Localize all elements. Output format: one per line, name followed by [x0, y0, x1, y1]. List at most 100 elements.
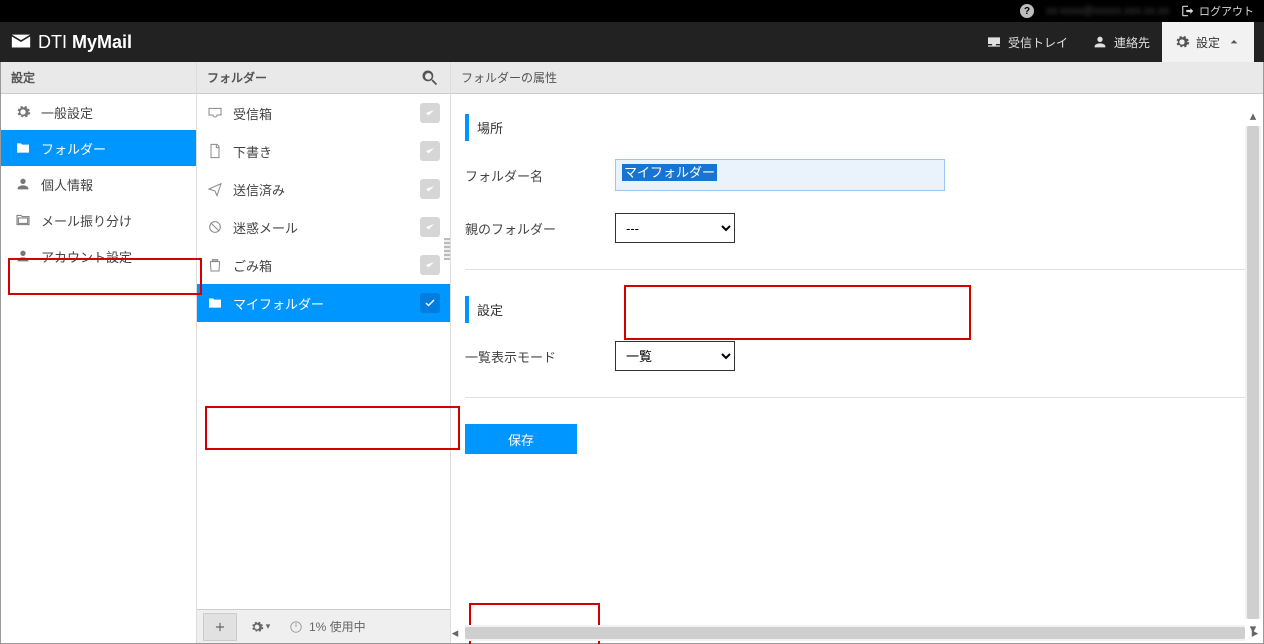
account-icon [15, 248, 31, 264]
logout-icon [1181, 4, 1195, 18]
nav-settings-label: 設定 [1196, 34, 1220, 51]
nav-contacts-label: 連絡先 [1114, 34, 1150, 51]
resize-grip[interactable] [444, 238, 450, 260]
trash-icon [207, 257, 223, 273]
settings-item-identity[interactable]: 個人情報 [1, 166, 196, 202]
folder-icon [15, 140, 31, 156]
scroll-up-icon[interactable]: ▴ [1245, 108, 1261, 124]
folder-name-label: フォルダー名 [465, 166, 615, 185]
spam-icon [207, 219, 223, 235]
sent-icon [207, 181, 223, 197]
help-icon[interactable]: ? [1020, 4, 1034, 18]
section-divider [465, 397, 1245, 398]
folder-check[interactable] [420, 293, 440, 313]
usage-indicator: 1% 使用中 [289, 618, 366, 635]
folder-check[interactable] [420, 255, 440, 275]
search-icon[interactable] [420, 68, 440, 88]
settings-item-general[interactable]: 一般設定 [1, 94, 196, 130]
folder-outline-icon [15, 212, 31, 228]
settings-header: 設定 [1, 62, 196, 94]
folder-label: マイフォルダー [233, 294, 410, 313]
folder-check[interactable] [420, 141, 440, 161]
inbox-icon [207, 105, 223, 121]
nav-settings[interactable]: 設定 [1162, 22, 1254, 62]
folder-label: 送信済み [233, 180, 410, 199]
properties-column: フォルダーの属性 場所 フォルダー名 マイフォルダー 親のフォルダー --- [451, 62, 1263, 643]
folders-toolbar: ▾ 1% 使用中 [197, 609, 450, 643]
folder-row-trash[interactable]: ごみ箱 [197, 246, 450, 284]
nav-inbox[interactable]: 受信トレイ [974, 22, 1080, 62]
brand-thin: DTI [38, 32, 72, 52]
parent-folder-select[interactable]: --- [615, 213, 735, 243]
settings-item-label: フォルダー [41, 139, 106, 158]
person-icon [15, 176, 31, 192]
section-divider [465, 269, 1245, 270]
person-icon [1092, 34, 1108, 50]
settings-item-label: アカウント設定 [41, 247, 132, 266]
viewmode-select[interactable]: 一覧 [615, 341, 735, 371]
folder-row-spam[interactable]: 迷惑メール [197, 208, 450, 246]
gear-icon [250, 620, 264, 634]
scroll-right-icon[interactable]: ▸ [1247, 625, 1263, 641]
folder-row-myfolder[interactable]: マイフォルダー [197, 284, 450, 322]
settings-item-label: メール振り分け [41, 211, 132, 230]
folder-name-value: マイフォルダー [622, 164, 717, 181]
viewmode-label: 一覧表示モード [465, 347, 615, 366]
chevron-down-icon: ▾ [266, 621, 271, 632]
scroll-thumb[interactable] [465, 627, 1245, 639]
scroll-left-icon[interactable]: ◂ [447, 625, 463, 641]
scroll-thumb[interactable] [1247, 126, 1259, 619]
nav-contacts[interactable]: 連絡先 [1080, 22, 1162, 62]
chevron-up-icon [1226, 34, 1242, 50]
folder-icon [207, 295, 223, 311]
tray-icon [986, 34, 1002, 50]
usage-label: 1% 使用中 [309, 618, 366, 635]
nav-inbox-label: 受信トレイ [1008, 34, 1068, 51]
account-label: xx-xxxx@xxxxx.xxx.xx.xx [1046, 5, 1169, 17]
gear-icon [15, 104, 31, 120]
settings-item-filters[interactable]: メール振り分け [1, 202, 196, 238]
settings-item-account[interactable]: アカウント設定 [1, 238, 196, 274]
folder-check[interactable] [420, 179, 440, 199]
utility-bar: ? xx-xxxx@xxxxx.xxx.xx.xx ログアウト [0, 0, 1264, 22]
settings-section-title: 設定 [465, 296, 1245, 323]
brand: DTI MyMail [10, 31, 132, 53]
gear-icon [1174, 34, 1190, 50]
folder-label: ごみ箱 [233, 256, 410, 275]
envelope-icon [10, 31, 32, 53]
plus-icon [213, 620, 227, 634]
gauge-icon [289, 620, 303, 634]
folder-row-inbox[interactable]: 受信箱 [197, 94, 450, 132]
folder-name-input[interactable]: マイフォルダー [615, 159, 945, 191]
draft-icon [207, 143, 223, 159]
settings-item-label: 一般設定 [41, 103, 93, 122]
app-header: DTI MyMail 受信トレイ 連絡先 設定 [0, 22, 1264, 62]
logout-link[interactable]: ログアウト [1181, 3, 1254, 19]
folders-header-label: フォルダー [207, 69, 267, 86]
settings-column: 設定 一般設定 フォルダー 個人情報 メール振り分け アカウント設定 [1, 62, 197, 643]
settings-item-label: 個人情報 [41, 175, 93, 194]
properties-header: フォルダーの属性 [451, 62, 1263, 94]
folder-check[interactable] [420, 103, 440, 123]
settings-item-folders[interactable]: フォルダー [1, 130, 196, 166]
folder-actions-button[interactable]: ▾ [243, 613, 277, 641]
settings-header-label: 設定 [11, 69, 35, 86]
folders-header: フォルダー [197, 62, 450, 94]
logout-label: ログアウト [1199, 3, 1254, 19]
folder-row-sent[interactable]: 送信済み [197, 170, 450, 208]
save-button[interactable]: 保存 [465, 424, 577, 454]
folder-label: 下書き [233, 142, 410, 161]
parent-folder-label: 親のフォルダー [465, 219, 615, 238]
folder-check[interactable] [420, 217, 440, 237]
folders-column: フォルダー 受信箱 下書き 送信済み 迷惑メール ごみ箱 [197, 62, 451, 643]
folder-row-drafts[interactable]: 下書き [197, 132, 450, 170]
folder-label: 受信箱 [233, 104, 410, 123]
brand-bold: MyMail [72, 32, 132, 52]
horizontal-scrollbar[interactable]: ◂ ▸ [465, 625, 1245, 641]
folder-label: 迷惑メール [233, 218, 410, 237]
properties-header-label: フォルダーの属性 [461, 69, 557, 86]
vertical-scrollbar[interactable]: ▴ ▾ [1245, 126, 1261, 619]
main-nav: 受信トレイ 連絡先 設定 [974, 22, 1254, 62]
add-folder-button[interactable] [203, 613, 237, 641]
workspace: 設定 一般設定 フォルダー 個人情報 メール振り分け アカウント設定 フォルダー [0, 62, 1264, 644]
